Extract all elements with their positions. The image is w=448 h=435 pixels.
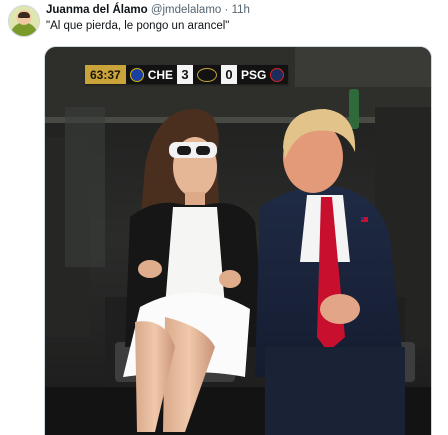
photo-illustration bbox=[45, 47, 431, 435]
author-handle[interactable]: @jmdelalamo bbox=[151, 4, 221, 16]
separator-dot: · bbox=[224, 4, 229, 16]
tweet: Juanma del Álamo @jmdelalamo · 11h "Al q… bbox=[0, 0, 448, 435]
home-score: 3 bbox=[177, 65, 194, 84]
tweet-header: Juanma del Álamo @jmdelalamo · 11h bbox=[46, 4, 250, 16]
psg-crest-icon bbox=[270, 67, 285, 82]
tweet-media-photo[interactable]: 63:37 CHE 3 0 PSG bbox=[44, 46, 432, 435]
home-team: CHE bbox=[125, 65, 178, 84]
home-team-code: CHE bbox=[147, 67, 174, 82]
match-clock: 63:37 bbox=[85, 65, 126, 84]
chelsea-crest-icon bbox=[129, 67, 144, 82]
away-team-code: PSG bbox=[241, 67, 267, 82]
competition-logo-icon bbox=[193, 65, 222, 84]
author-avatar[interactable] bbox=[8, 5, 40, 37]
away-score: 0 bbox=[221, 65, 238, 84]
away-team: PSG bbox=[237, 65, 289, 84]
match-scoreboard: 63:37 CHE 3 0 PSG bbox=[85, 65, 289, 84]
tweet-timestamp[interactable]: 11h bbox=[232, 4, 250, 16]
author-name[interactable]: Juanma del Álamo bbox=[46, 4, 148, 16]
tweet-text: "Al que pierda, le pongo un arancel" bbox=[46, 20, 230, 32]
